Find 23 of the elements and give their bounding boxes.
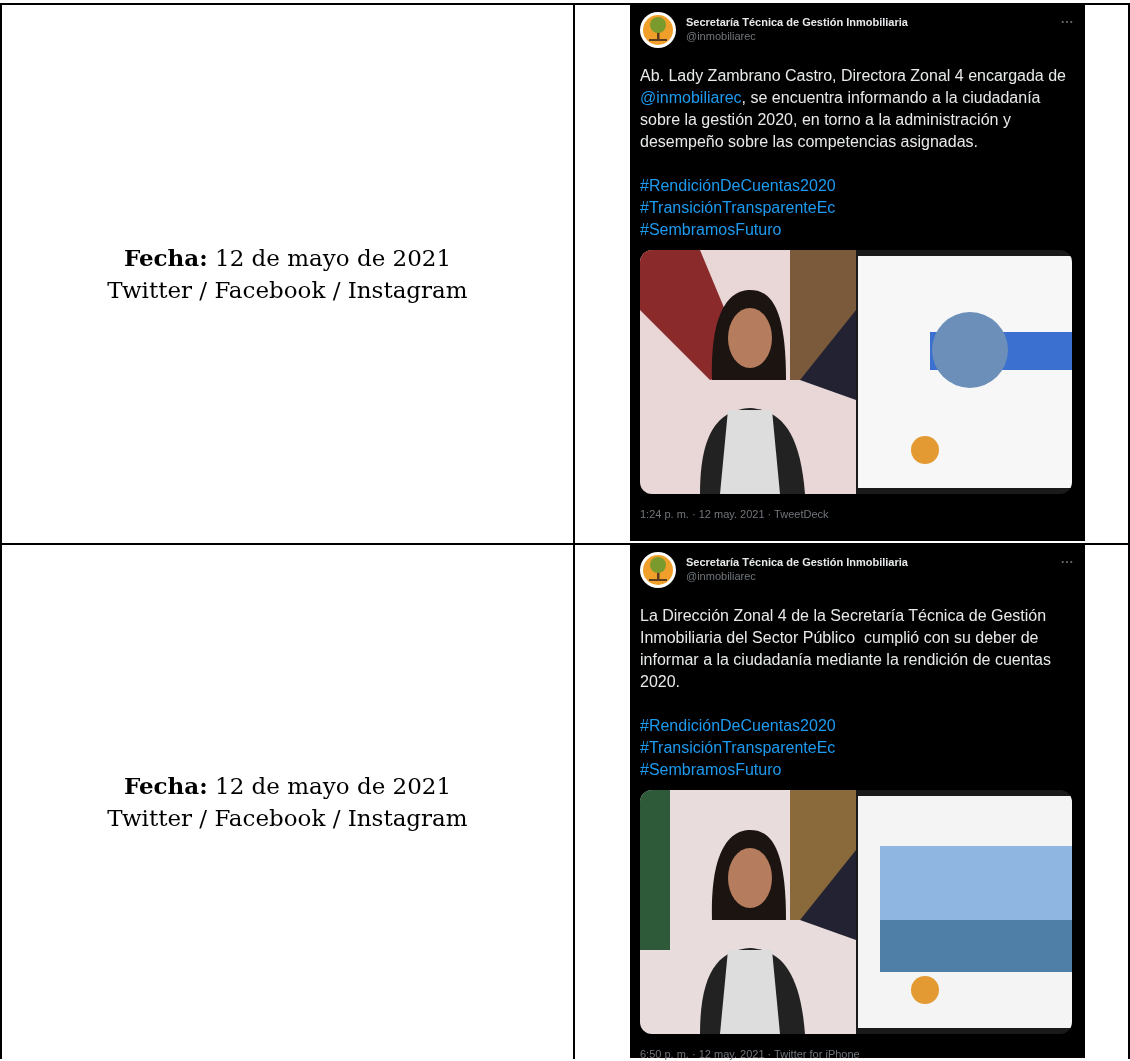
hashtag-link[interactable]: #TransiciónTransparenteEc [640,737,836,759]
account-name[interactable]: Secretaría Técnica de Gestión Inmobiliaria [686,555,908,569]
hashtag-link[interactable]: #RendiciónDeCuentas2020 [640,715,836,737]
networks-text: Twitter / Facebook / Instagram [106,276,469,305]
networks-text: Twitter / Facebook / Instagram [106,804,469,833]
tree-avatar-icon [640,12,676,48]
tree-avatar-icon [640,552,676,588]
hashtag-link[interactable]: #RendiciónDeCuentas2020 [640,175,836,197]
date-text: Fecha: 12 de mayo de 2021 [122,771,453,801]
hashtag-link[interactable]: #SembramosFuturo [640,759,782,781]
more-options-icon[interactable] [1061,20,1073,24]
hashtag-link[interactable]: #SembramosFuturo [640,219,782,241]
mention-link[interactable]: @inmobiliarec [640,89,742,106]
tweet-timestamp: 1:24 p. m. · 12 may. 2021 · TweetDeck [640,507,830,521]
tweet-text: La Dirección Zonal 4 de la Secretaría Técnica de Gestión Inmobiliaria del Sector Público cumplió con su deber de informar a la ciudadanía mediante la rendición de cuentas 2020. [640,606,1052,692]
date-text: Fecha: 12 de mayo de 2021 [122,243,453,273]
more-options-icon[interactable] [1061,560,1073,564]
account-handle[interactable]: @inmobiliarec [686,569,908,583]
account-name[interactable]: Secretaría Técnica de Gestión Inmobiliaria [686,15,908,29]
account-handle[interactable]: @inmobiliarec [686,29,908,43]
tweet-text: Ab. Lady Zambrano Castro, Directora Zonal 4 encargada de @inmobiliarec, se encuentra informando a la ciudadanía sobre la gestión 2020, en torno a la administración y desempeño sobre las competencias asignadas. [640,66,1067,152]
tweet-timestamp: 6:50 p. m. · 12 may. 2021 · Twitter for iPhone [640,1047,861,1061]
hashtag-link[interactable]: #TransiciónTransparenteEc [640,197,836,219]
